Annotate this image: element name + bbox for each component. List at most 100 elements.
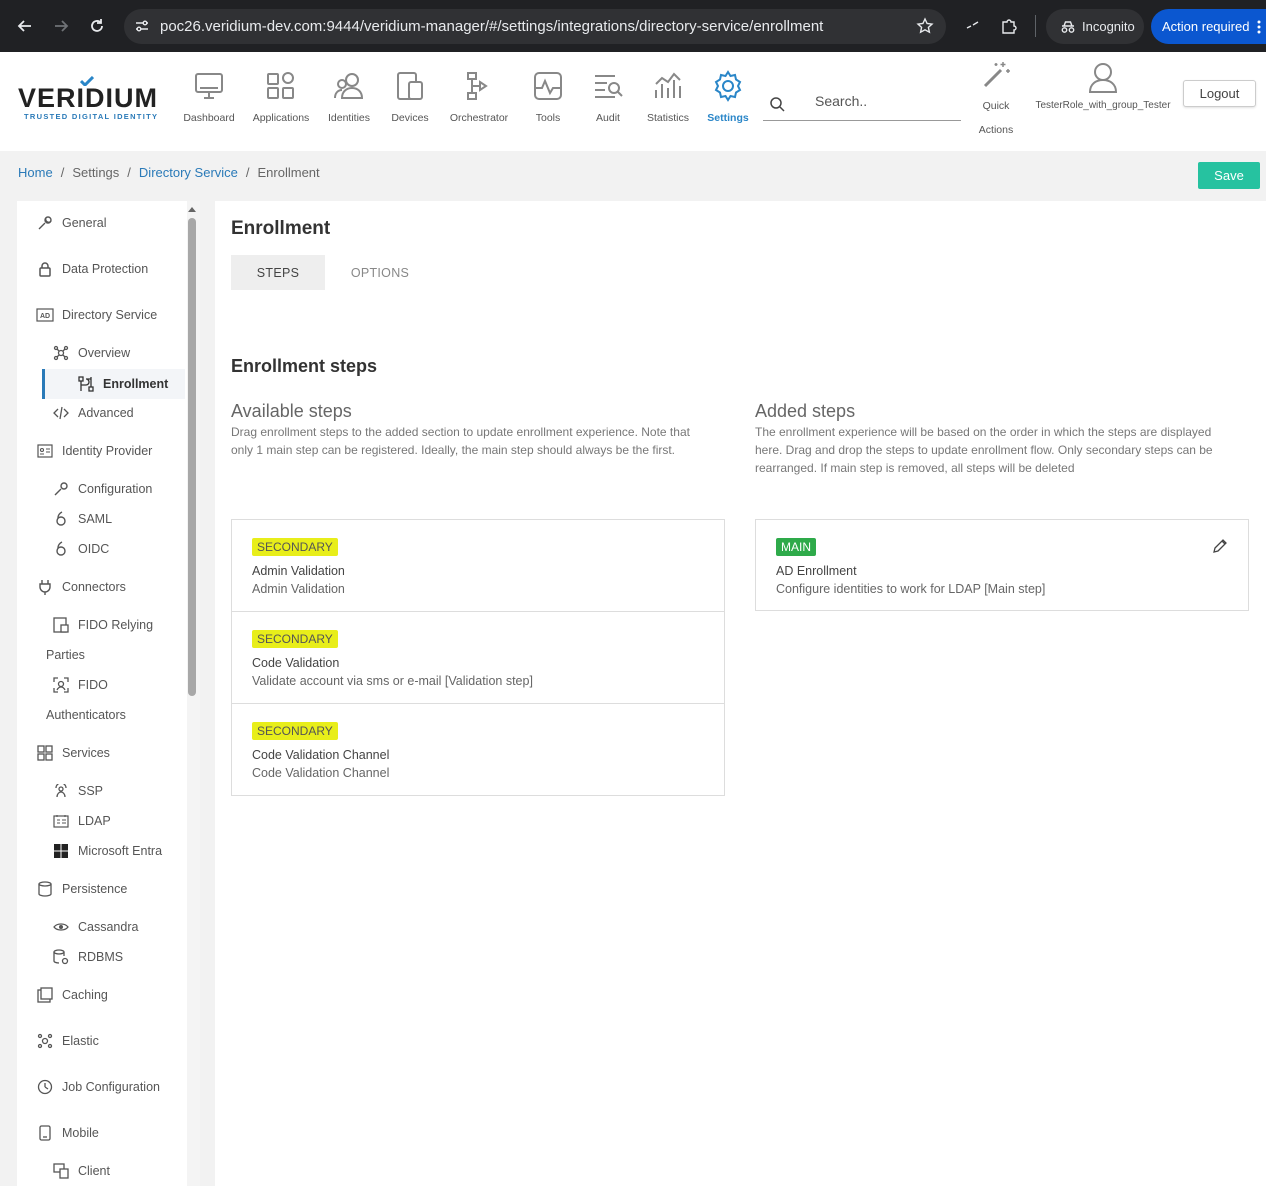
scroll-up-arrow-icon[interactable] — [187, 205, 197, 213]
main-badge: MAIN — [776, 538, 816, 556]
sidebar-item-label: Job Configuration — [62, 1080, 160, 1094]
sidebar-item-label: Mobile — [62, 1126, 99, 1140]
nav-orchestrator[interactable]: Orchestrator — [445, 70, 513, 124]
breadcrumb-directory-service[interactable]: Directory Service — [139, 165, 238, 180]
added-desc-line: The enrollment experience will be based … — [755, 425, 1212, 439]
sidebar-item-services[interactable]: Services — [17, 744, 185, 762]
nav-settings[interactable]: Settings — [694, 70, 762, 124]
sidebar-item-label: Enrollment — [103, 377, 169, 391]
sidebar-item-mobile[interactable]: Mobile — [17, 1124, 185, 1142]
face-scan-icon — [53, 677, 69, 693]
database-icon — [38, 881, 52, 897]
tab-steps[interactable]: STEPS — [231, 255, 325, 290]
sidebar-item-fido-authenticators[interactable]: FIDO — [17, 676, 185, 694]
sidebar-item-configuration[interactable]: Configuration — [17, 480, 185, 498]
incognito-label: Incognito — [1082, 19, 1135, 34]
sidebar-item-elastic[interactable]: Elastic — [17, 1032, 185, 1050]
sidebar-scrollbar-thumb[interactable] — [188, 218, 196, 696]
logo-check-mark — [80, 76, 94, 86]
address-bar[interactable]: poc26.veridium-dev.com:9444/veridium-man… — [124, 9, 946, 44]
sidebar-item-ssp[interactable]: SSP — [17, 782, 185, 800]
nav-identities[interactable]: Identities — [315, 70, 383, 124]
forward-button[interactable] — [49, 14, 73, 38]
site-settings-icon — [136, 20, 148, 32]
available-step-item[interactable]: SECONDARY Code Validation Validate accou… — [232, 612, 724, 704]
nav-applications[interactable]: Applications — [247, 70, 315, 124]
nav-audit[interactable]: Audit — [574, 70, 642, 124]
user-menu[interactable]: TesterRole_with_group_Tester — [1028, 62, 1178, 111]
page-title: Enrollment — [231, 218, 331, 239]
edit-pencil-icon[interactable] — [1212, 538, 1228, 554]
search-input[interactable] — [815, 93, 955, 109]
added-steps-description: The enrollment experience will be based … — [755, 423, 1213, 477]
sidebar-item-directory-service[interactable]: AD Directory Service — [17, 306, 185, 324]
caching-icon — [37, 987, 53, 1003]
breadcrumb-current: Enrollment — [257, 165, 320, 180]
action-required-button[interactable]: Action required — [1151, 9, 1266, 44]
breadcrumb-home[interactable]: Home — [18, 165, 53, 180]
search-icon[interactable] — [769, 96, 785, 112]
sidebar-item-label: Configuration — [78, 482, 153, 496]
sidebar-item-persistence[interactable]: Persistence — [17, 880, 185, 898]
reload-button[interactable] — [85, 14, 109, 38]
sidebar-item-fido-relying-parties[interactable]: FIDO Relying — [17, 616, 185, 634]
added-step-item[interactable]: MAIN AD Enrollment Configure identities … — [756, 520, 1248, 612]
logout-button[interactable]: Logout — [1183, 80, 1256, 107]
logo-text: VERIDIUM — [18, 83, 159, 113]
added-steps-list: MAIN AD Enrollment Configure identities … — [755, 519, 1249, 611]
elastic-network-icon — [37, 1033, 53, 1049]
sidebar-item-label: Overview — [78, 346, 131, 360]
save-button[interactable]: Save — [1198, 162, 1260, 189]
step-description: Configure identities to work for LDAP [M… — [776, 582, 1046, 596]
sidebar-item-label: Directory Service — [62, 308, 158, 322]
timer-icon — [37, 1079, 53, 1095]
sidebar-item-rdbms[interactable]: RDBMS — [17, 948, 185, 966]
nav-statistics-label: Statistics — [646, 112, 689, 124]
sidebar-item-cassandra[interactable]: Cassandra — [17, 918, 185, 936]
sidebar-item-label-continued: Authenticators — [46, 708, 126, 722]
svg-text:AD: AD — [40, 313, 50, 320]
sidebar-item-general[interactable]: General — [17, 214, 185, 232]
available-step-item[interactable]: SECONDARY Code Validation Channel Code V… — [232, 704, 724, 796]
ad-icon: AD — [36, 308, 54, 322]
sidebar-item-microsoft-entra[interactable]: Microsoft Entra — [17, 842, 185, 860]
more-vert-icon — [1257, 20, 1261, 33]
pulse-icon — [534, 72, 562, 100]
sidebar-item-job-configuration[interactable]: Job Configuration — [17, 1078, 185, 1096]
back-button[interactable] — [13, 14, 37, 38]
nav-dashboard[interactable]: Dashboard — [175, 70, 243, 124]
sidebar-item-client[interactable]: Client — [17, 1162, 185, 1180]
nav-devices[interactable]: Devices — [376, 70, 444, 124]
nav-tools-label: Tools — [535, 112, 561, 124]
key-icon[interactable] — [966, 20, 980, 32]
available-step-item[interactable]: SECONDARY Admin Validation Admin Validat… — [232, 520, 724, 612]
tab-options[interactable]: OPTIONS — [335, 255, 425, 290]
flow-icon — [467, 72, 488, 100]
sidebar-item-enrollment[interactable]: Enrollment — [42, 369, 185, 399]
nav-tools[interactable]: Tools — [514, 70, 582, 124]
sidebar-item-caching[interactable]: Caching — [17, 986, 185, 1004]
nav-statistics[interactable]: Statistics — [634, 70, 702, 124]
breadcrumb-separator: / — [245, 165, 250, 180]
sidebar-item-ldap[interactable]: LDAP — [17, 812, 185, 830]
step-title: Admin Validation — [252, 564, 345, 578]
sidebar-item-data-protection[interactable]: Data Protection — [17, 260, 185, 278]
client-device-icon — [53, 1163, 69, 1179]
secondary-badge: SECONDARY — [252, 538, 338, 556]
sidebar-item-oidc[interactable]: OIDC — [17, 540, 185, 558]
services-grid-icon — [37, 745, 53, 761]
id-card-icon — [37, 444, 53, 458]
incognito-indicator[interactable]: Incognito — [1046, 9, 1144, 44]
apps-grid-icon — [267, 72, 294, 99]
bookmark-star-icon[interactable] — [916, 17, 934, 35]
veridium-logo[interactable]: VERIDIUM TRUSTED DIGITAL IDENTITY — [18, 83, 158, 121]
sidebar-item-overview[interactable]: Overview — [17, 344, 185, 362]
extensions-puzzle-icon[interactable] — [1000, 17, 1018, 35]
sidebar-item-advanced[interactable]: Advanced — [17, 404, 185, 422]
step-description: Admin Validation — [252, 582, 345, 596]
sidebar-item-identity-provider[interactable]: Identity Provider — [17, 442, 185, 460]
sidebar-item-connectors[interactable]: Connectors — [17, 578, 185, 596]
main-content: Enrollment STEPS OPTIONS Enrollment step… — [215, 201, 1266, 1186]
sidebar-item-saml[interactable]: SAML — [17, 510, 185, 528]
quick-actions[interactable]: Quick Actions — [970, 60, 1022, 142]
